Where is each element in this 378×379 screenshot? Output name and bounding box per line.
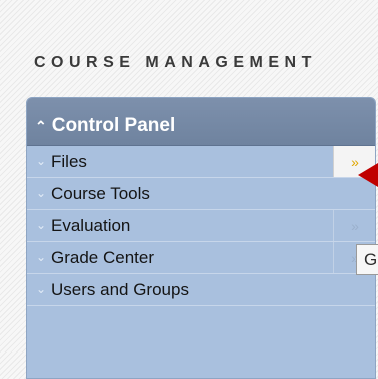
expand-chevron-icon: ⌄ [35,153,46,168]
control-panel: ⌃ Control Panel ⌄ Files » ⌄ Course Tools… [26,97,376,379]
expand-chevron-icon: ⌄ [35,249,46,264]
tooltip: G [356,244,378,275]
menu-item-evaluation-label: Evaluation [51,215,131,235]
menu-item-evaluation[interactable]: ⌄ Evaluation » [27,210,375,242]
menu-item-course-tools-label: Course Tools [51,183,150,203]
expand-chevron-icon: ⌄ [35,217,46,232]
control-panel-header[interactable]: ⌃ Control Panel [27,98,375,146]
control-panel-title: Control Panel [51,115,176,136]
menu-item-grade-center[interactable]: ⌄ Grade Center » [27,242,375,274]
menu-item-course-tools[interactable]: ⌄ Course Tools [27,178,375,210]
menu-item-files[interactable]: ⌄ Files » [27,146,375,178]
course-management-title: COURSE MANAGEMENT [34,54,317,71]
menu-item-grade-center-label: Grade Center [51,247,154,267]
expand-chevron-icon: ⌄ [35,281,46,296]
collapse-chevron-icon[interactable]: ⌃ [35,118,47,135]
expand-chevron-icon: ⌄ [35,185,46,200]
menu-item-users-and-groups[interactable]: ⌄ Users and Groups [27,274,375,306]
menu-item-users-and-groups-label: Users and Groups [51,279,189,299]
evaluation-action-button[interactable]: » [333,210,375,241]
annotation-arrow-icon [358,163,378,187]
menu-item-files-label: Files [51,151,87,171]
